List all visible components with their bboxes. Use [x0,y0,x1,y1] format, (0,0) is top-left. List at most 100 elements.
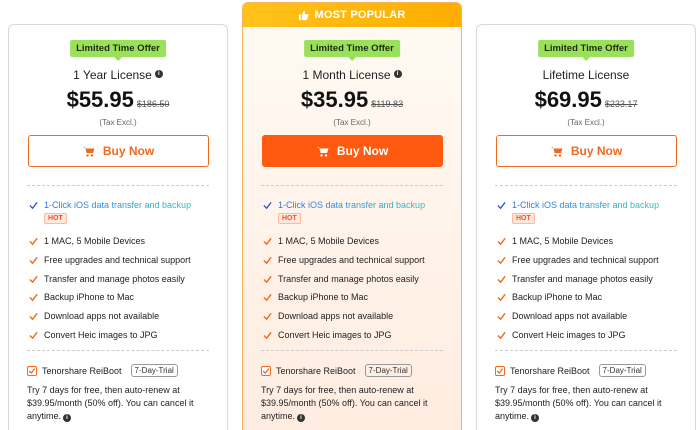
feature-text: Backup iPhone to Mac [44,292,135,303]
plan-name: 1 Month License i [243,68,461,82]
thumbs-up-icon [299,10,310,20]
trial-description: Try 7 days for free, then auto-renew at … [495,384,683,423]
feature-text: Download apps not available [278,311,394,322]
trial-description-text: Try 7 days for free, then auto-renew at … [495,385,662,421]
check-icon [497,201,506,210]
addon-checkbox[interactable] [495,365,505,376]
most-popular-banner: MOST POPULAR [243,3,461,27]
checkmark-orange-icon [497,294,506,302]
addon-checkbox[interactable] [261,365,271,376]
checkbox-check-icon [496,367,504,374]
most-popular-label: MOST POPULAR [314,9,406,21]
check-icon [263,201,272,210]
feature-item: 1 MAC, 5 Mobile Devices [263,236,451,255]
feature-list: 1-Click iOS data transfer and backup HOT… [29,200,217,349]
addon-name: Tenorshare ReiBoot [510,365,590,376]
original-price: $119.83 [371,99,404,109]
addon-row: Tenorshare ReiBoot 7-Day-Trial [495,364,683,377]
price-row: $35.95 $119.83 [243,87,461,113]
price: $69.95 [534,87,602,112]
checkmark-orange-icon [29,313,38,321]
feature-text: Free upgrades and technical support [44,254,191,265]
feature-text: Backup iPhone to Mac [278,292,369,303]
feature-text: Free upgrades and technical support [278,254,425,265]
feature-item: 1 MAC, 5 Mobile Devices [497,236,685,255]
price: $35.95 [300,87,369,112]
pricing-page: Limited Time Offer 1 Year License i $55.9… [0,0,700,430]
divider [495,350,677,351]
checkmark-orange-icon [497,237,506,246]
feature-item: Convert Heic images to JPG [497,330,685,349]
pricing-card-1-year: Limited Time Offer 1 Year License i $55.9… [8,24,228,430]
feature-text: Download apps not available [44,311,160,322]
info-icon[interactable]: i [154,70,163,78]
checkmark-orange-icon [497,331,506,340]
feature-text: 1-Click iOS data transfer and backup [44,200,192,210]
price-row: $69.95 $233.17 [477,87,695,113]
feature-text: 1 MAC, 5 Mobile Devices [278,236,380,246]
tax-note: (Tax Excl.) [567,118,605,127]
pricing-card-1-month: MOST POPULAR Limited Time Offer 1 Month … [242,2,462,430]
feature-item: 1 MAC, 5 Mobile Devices [29,236,217,255]
cart-icon [550,146,563,157]
feature-text: 1-Click iOS data transfer and backup [512,200,660,210]
buy-now-label: Buy Now [570,144,623,158]
divider [261,350,443,351]
buy-now-button[interactable]: Buy Now [496,135,677,167]
trial-description-text: Try 7 days for free, then auto-renew at … [27,385,194,421]
feature-text: Transfer and manage photos easily [278,273,419,284]
feature-text: 1 MAC, 5 Mobile Devices [44,236,146,246]
addon-checkbox[interactable] [27,365,37,376]
addon-row: Tenorshare ReiBoot 7-Day-Trial [261,364,449,377]
addon-section: Tenorshare ReiBoot 7-Day-Trial Try 7 day… [261,364,449,423]
price-row: $55.95 $186.50 [9,87,227,113]
info-icon[interactable]: i [63,414,72,422]
price: $55.95 [66,87,134,112]
buy-now-button[interactable]: Buy Now [262,135,443,167]
original-price: $186.50 [136,99,170,109]
trial-description-text: Try 7 days for free, then auto-renew at … [261,385,428,421]
checkmark-orange-icon [263,256,272,265]
feature-item: Download apps not available [263,311,451,330]
checkmark-orange-icon [29,294,38,302]
divider [27,185,209,186]
plan-name-text: 1 Month License [302,68,391,82]
hot-badge: HOT [512,213,535,224]
addon-row: Tenorshare ReiBoot 7-Day-Trial [27,364,215,377]
limited-offer-badge: Limited Time Offer [304,40,400,57]
feature-item: Transfer and manage photos easily [29,274,217,293]
tax-note: (Tax Excl.) [333,118,371,127]
buy-now-button[interactable]: Buy Now [28,135,209,167]
trial-tag: 7-Day-Trial [364,364,412,377]
feature-text: Transfer and manage photos easily [512,273,653,284]
info-icon[interactable]: i [531,414,540,422]
feature-list: 1-Click iOS data transfer and backup HOT… [263,200,451,349]
cart-icon [316,146,329,157]
hot-badge: HOT [44,213,67,224]
checkmark-orange-icon [29,237,38,246]
limited-offer-badge: Limited Time Offer [70,40,166,57]
divider [27,350,209,351]
plan-name-text: Lifetime License [542,68,630,82]
checkbox-check-icon [262,367,270,374]
feature-item: Backup iPhone to Mac [497,292,685,311]
feature-item: 1-Click iOS data transfer and backup HOT [263,200,451,236]
hot-badge: HOT [278,213,301,224]
checkmark-orange-icon [263,294,272,302]
checkmark-orange-icon [29,331,38,340]
buy-now-label: Buy Now [102,144,155,158]
feature-text: Convert Heic images to JPG [44,329,158,340]
info-icon[interactable]: i [393,70,402,78]
checkmark-orange-icon [497,275,506,283]
info-icon[interactable]: i [297,414,306,422]
checkmark-orange-icon [263,275,272,283]
plan-name-text: 1 Year License [73,68,152,82]
feature-item: Convert Heic images to JPG [263,330,451,349]
feature-text: Free upgrades and technical support [512,254,659,265]
feature-item: Convert Heic images to JPG [29,330,217,349]
divider [495,185,677,186]
feature-text: 1-Click iOS data transfer and backup [278,200,426,210]
trial-description: Try 7 days for free, then auto-renew at … [261,384,449,423]
feature-item: Free upgrades and technical support [497,255,685,274]
divider [261,185,443,186]
